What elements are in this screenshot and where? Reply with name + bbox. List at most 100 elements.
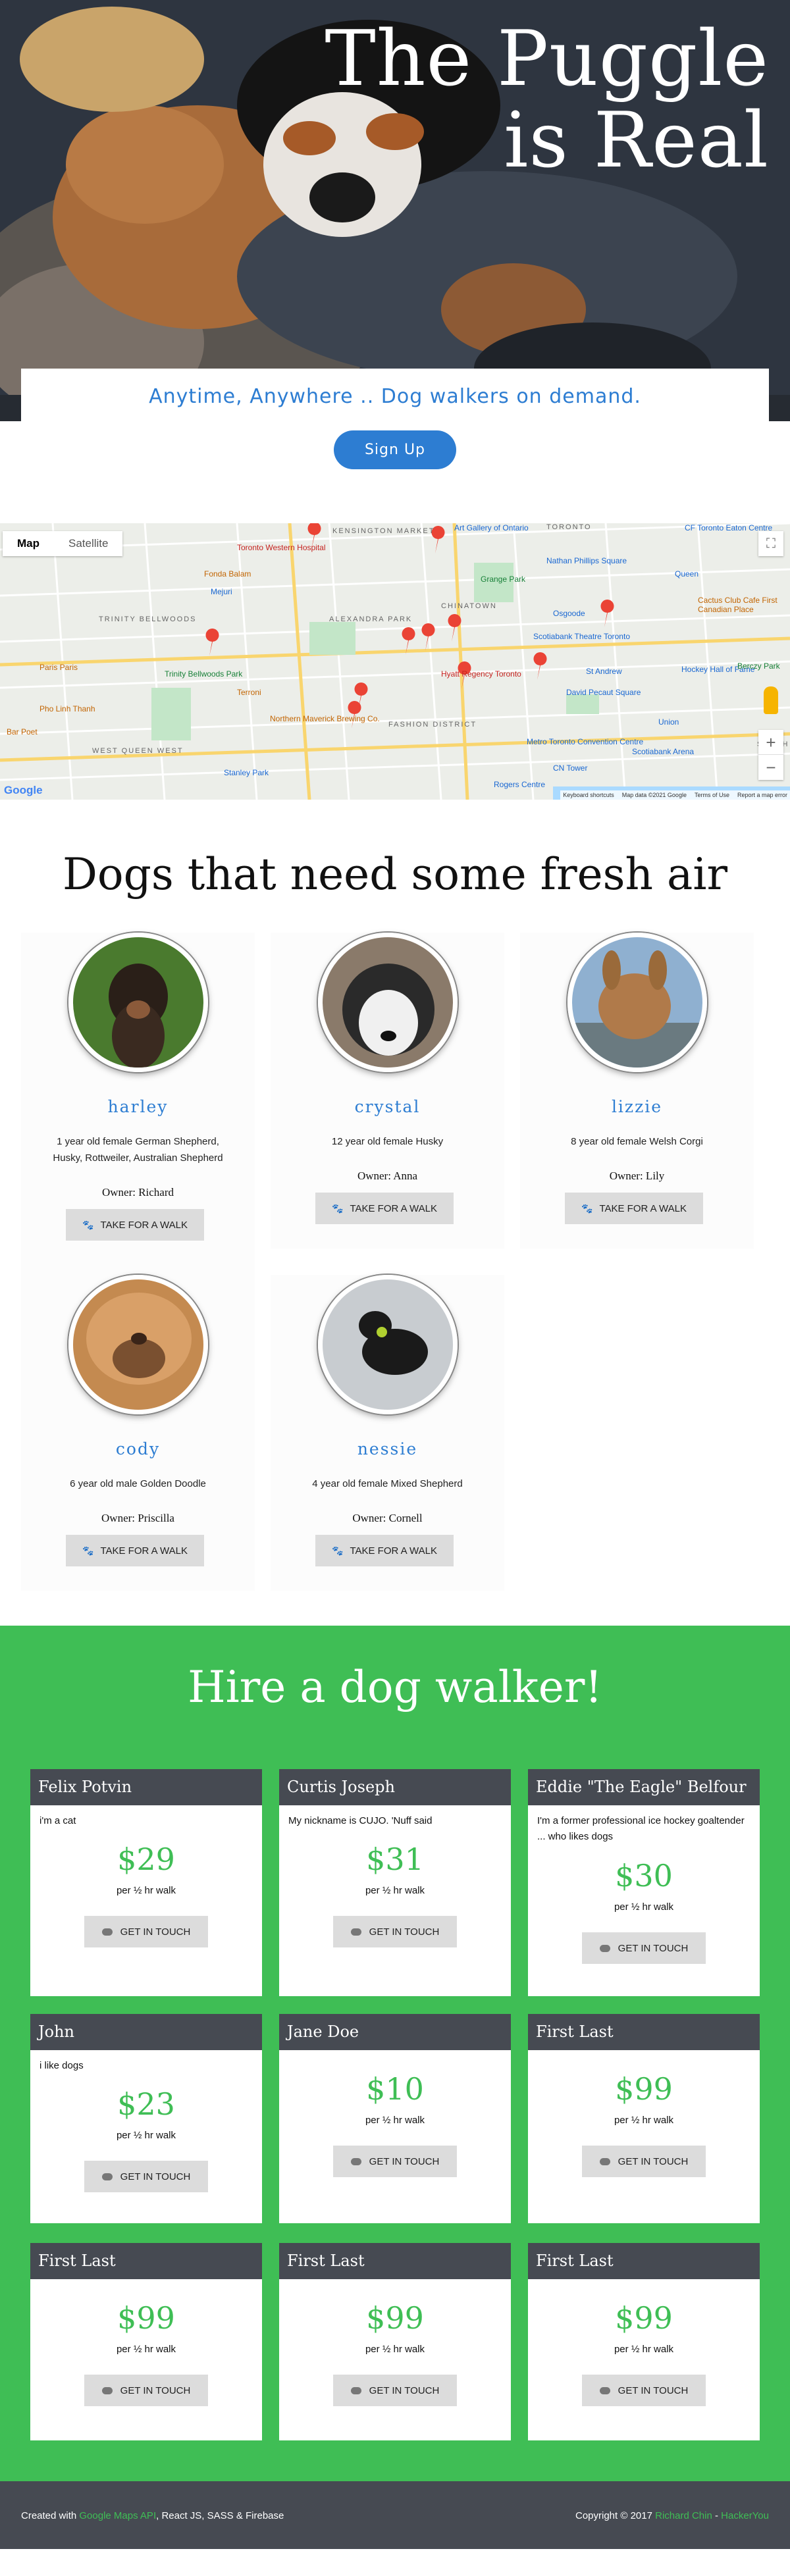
map-poi-label[interactable]: CN Tower — [553, 763, 587, 773]
walk-button-label: TAKE FOR A WALK — [350, 1545, 437, 1557]
map-poi-label[interactable]: Art Gallery of Ontario — [454, 523, 529, 532]
zoom-in-icon[interactable]: + — [758, 730, 783, 755]
map-tab-map[interactable]: Map — [3, 531, 54, 556]
walk-button-label: TAKE FOR A WALK — [100, 1545, 188, 1557]
get-in-touch-button[interactable]: GET IN TOUCH — [582, 2375, 706, 2406]
walker-name: First Last — [30, 2243, 262, 2279]
walker-name: Eddie "The Eagle" Belfour — [528, 1769, 760, 1805]
map-poi-label[interactable]: Trinity Bellwoods Park — [165, 669, 242, 679]
map-poi-label[interactable]: Grange Park — [481, 575, 525, 584]
map-poi-label[interactable]: Paris Paris — [40, 663, 78, 672]
walker-rate-unit: per ½ hr walk — [116, 2344, 176, 2355]
dog-card-crystal: crystal 12 year old female Husky Owner: … — [271, 933, 504, 1249]
footer-credits: Created with Google Maps API, React JS, … — [21, 2510, 284, 2521]
walker-name: Curtis Joseph — [279, 1769, 511, 1805]
touch-button-label: GET IN TOUCH — [120, 2171, 191, 2182]
walker-price: $31 — [366, 1842, 424, 1877]
map-poi-label[interactable]: Mejuri — [211, 587, 232, 596]
dog-owner: Owner: Richard — [101, 1186, 174, 1198]
tagline-box: Anytime, Anywhere .. Dog walkers on dema… — [21, 369, 769, 421]
map-poi-label[interactable]: David Pecaut Square — [566, 688, 641, 697]
hero-title-line2: is Real — [504, 96, 769, 185]
map-poi-label[interactable]: Berczy Park — [737, 661, 780, 671]
get-in-touch-button[interactable]: GET IN TOUCH — [84, 2161, 208, 2192]
dog-owner: Owner: Lily — [609, 1170, 665, 1182]
google-logo[interactable]: Google — [4, 784, 43, 797]
walker-price: $29 — [117, 1842, 175, 1877]
get-in-touch-button[interactable]: GET IN TOUCH — [582, 1932, 706, 1964]
walkers-title: Hire a dog walker! — [188, 1662, 602, 1713]
walker-bio: I'm a former professional ice hockey goa… — [537, 1815, 745, 1842]
dog-description: 12 year old female Husky — [331, 1136, 444, 1147]
map-poi-label[interactable]: Fonda Balam — [204, 569, 251, 579]
zoom-out-icon[interactable]: − — [758, 755, 783, 780]
walker-price: $99 — [615, 2071, 673, 2107]
google-maps-api-link[interactable]: Google Maps API — [79, 2510, 156, 2521]
street-view-pegman-icon[interactable] — [764, 686, 778, 714]
touch-button-label: GET IN TOUCH — [369, 2384, 440, 2396]
map-district-label: FASHION DISTRICT — [388, 721, 477, 729]
map-poi-label[interactable]: Union — [658, 717, 679, 727]
map-district-label: KENSINGTON MARKET — [332, 527, 435, 535]
walker-name: First Last — [279, 2243, 511, 2279]
walker-rate-unit: per ½ hr walk — [614, 1901, 674, 1913]
map-poi-label[interactable]: Queen — [675, 569, 698, 579]
copyright-text: Copyright © 2017 — [575, 2510, 656, 2521]
dogs-title: Dogs that need some fresh air — [62, 849, 728, 900]
walker-name: John — [30, 2014, 262, 2050]
map-poi-label[interactable]: Northern Maverick Brewing Co. — [270, 714, 380, 723]
paw-icon: 🐾 — [82, 1545, 94, 1556]
walker-bio: i'm a cat — [40, 1815, 76, 1826]
chat-bubble-icon — [101, 1928, 113, 1936]
dog-photo — [567, 933, 707, 1072]
get-in-touch-button[interactable]: GET IN TOUCH — [84, 1916, 208, 1947]
map-poi-label[interactable]: Hyatt Regency Toronto — [441, 669, 521, 679]
dog-description: 8 year old female Welsh Corgi — [571, 1136, 703, 1147]
sign-up-button[interactable]: Sign Up — [334, 430, 456, 469]
get-in-touch-button[interactable]: GET IN TOUCH — [333, 2146, 457, 2177]
report-error-link[interactable]: Report a map error — [737, 792, 787, 798]
terms-link[interactable]: Terms of Use — [695, 792, 729, 798]
get-in-touch-button[interactable]: GET IN TOUCH — [333, 2375, 457, 2406]
map-poi-label[interactable]: Nathan Phillips Square — [546, 556, 627, 565]
map-poi-label[interactable]: Cactus Club Cafe First Canadian Place — [698, 596, 790, 614]
map-poi-label[interactable]: Pho Linh Thanh — [40, 704, 95, 713]
dog-card-nessie: nessie 4 year old female Mixed Shepherd … — [271, 1275, 504, 1591]
walker-rate-unit: per ½ hr walk — [365, 2115, 425, 2126]
dog-owner: Owner: Anna — [357, 1170, 418, 1182]
take-for-walk-button[interactable]: 🐾 TAKE FOR A WALK — [66, 1209, 204, 1241]
take-for-walk-button[interactable]: 🐾 TAKE FOR A WALK — [565, 1193, 703, 1224]
take-for-walk-button[interactable]: 🐾 TAKE FOR A WALK — [315, 1535, 454, 1566]
author-link[interactable]: Richard Chin — [655, 2510, 712, 2521]
map-poi-label[interactable]: Bar Poet — [7, 727, 38, 736]
chat-bubble-icon — [101, 2173, 113, 2180]
get-in-touch-button[interactable]: GET IN TOUCH — [84, 2375, 208, 2406]
dog-photo — [68, 1275, 208, 1414]
hackeryou-link[interactable]: HackerYou — [721, 2510, 769, 2521]
walker-bio: i like dogs — [40, 2060, 84, 2071]
map-poi-label[interactable]: Terroni — [237, 688, 261, 697]
map-poi-label[interactable]: Metro Toronto Convention Centre — [527, 737, 643, 746]
map-tiles[interactable] — [0, 523, 790, 800]
touch-button-label: GET IN TOUCH — [369, 2155, 440, 2167]
map-poi-label[interactable]: Scotiabank Theatre Toronto — [533, 632, 630, 641]
map-poi-label[interactable]: St Andrew — [586, 667, 622, 676]
chat-bubble-icon — [599, 1944, 610, 1952]
get-in-touch-button[interactable]: GET IN TOUCH — [333, 1916, 457, 1947]
take-for-walk-button[interactable]: 🐾 TAKE FOR A WALK — [315, 1193, 454, 1224]
google-map[interactable]: Map Satellite ⛶ + − KENSINGTON MARKET CH… — [0, 523, 790, 800]
map-poi-label[interactable]: Stanley Park — [224, 768, 269, 777]
map-district-label: TORONTO — [546, 523, 592, 531]
fullscreen-icon[interactable]: ⛶ — [758, 531, 783, 556]
map-poi-label[interactable]: Toronto Western Hospital — [237, 543, 326, 552]
map-poi-label[interactable]: Osgoode — [553, 609, 585, 618]
walker-card: Eddie "The Eagle" Belfour I'm a former p… — [528, 1769, 760, 1996]
map-tab-satellite[interactable]: Satellite — [54, 531, 122, 556]
map-poi-label[interactable]: Scotiabank Arena — [632, 747, 694, 756]
keyboard-shortcuts-link[interactable]: Keyboard shortcuts — [563, 792, 614, 798]
take-for-walk-button[interactable]: 🐾 TAKE FOR A WALK — [66, 1535, 204, 1566]
map-district-label: WEST QUEEN WEST — [92, 747, 184, 755]
get-in-touch-button[interactable]: GET IN TOUCH — [582, 2146, 706, 2177]
walker-bio: My nickname is CUJO. 'Nuff said — [288, 1815, 433, 1826]
map-poi-label[interactable]: Rogers Centre — [494, 780, 545, 789]
